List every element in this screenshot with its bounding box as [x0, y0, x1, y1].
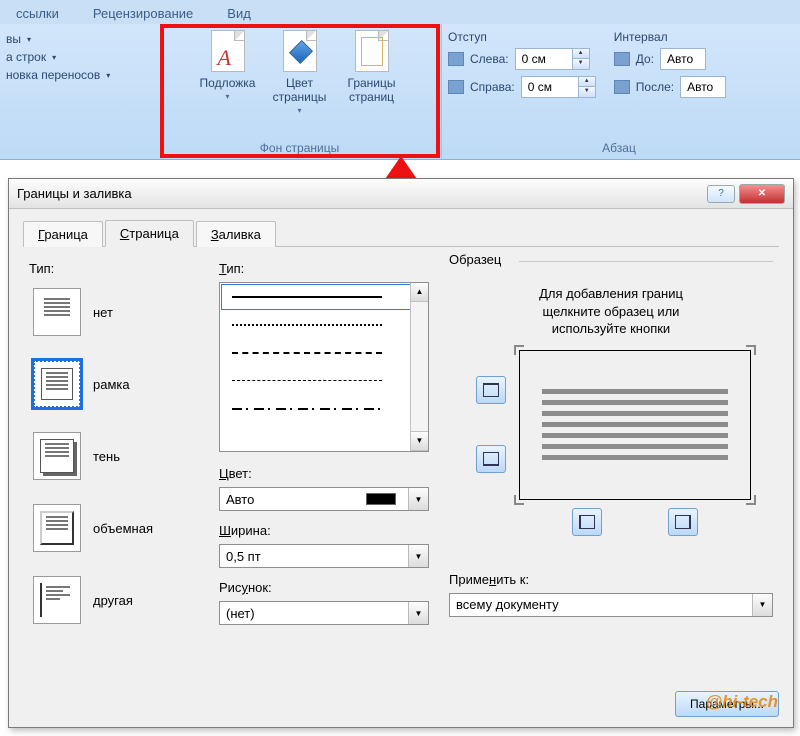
tab-page[interactable]: Страница [105, 220, 194, 247]
border-bottom-toggle[interactable] [476, 445, 506, 473]
indent-right-icon [448, 80, 464, 94]
art-label: Рисунок: [219, 580, 429, 595]
group-label-paragraph: Абзац [448, 139, 790, 159]
close-icon: ✕ [758, 188, 766, 199]
ribbon-tab-references[interactable]: ссылки [12, 3, 63, 24]
preview-page[interactable] [519, 350, 751, 500]
color-label: Цвет: [219, 466, 429, 481]
spacing-after-icon [614, 80, 630, 94]
borders-and-shading-dialog: Границы и заливка ? ✕ Граница Страница З… [8, 178, 794, 728]
spin-down-icon[interactable]: ▼ [573, 59, 589, 69]
help-icon: ? [718, 188, 724, 199]
color-swatch [366, 493, 396, 505]
page-color-button[interactable]: Цвет страницы ▾ [267, 28, 333, 117]
preview-fieldset: Образец [449, 261, 773, 267]
width-combo[interactable]: 0,5 пт ▼ [219, 544, 429, 568]
tab-fill[interactable]: Заливка [196, 221, 276, 247]
ribbon-group-cut-left: вы▾ а строк▾ новка переносов▾ [0, 24, 162, 159]
watermark-button[interactable]: A Подложка ▾ [195, 28, 261, 103]
border-right-toggle[interactable] [668, 508, 698, 536]
scroll-down-icon[interactable]: ▼ [411, 432, 428, 451]
ribbon-tab-view[interactable]: Вид [223, 3, 255, 24]
watermark-icon: A [211, 30, 245, 72]
border-top-toggle[interactable] [476, 376, 506, 404]
setting-box[interactable]: рамка [33, 360, 199, 408]
setting-shadow[interactable]: тень [33, 432, 199, 480]
ribbon-group-paragraph: Отступ Слева: ▲▼ Справа: ▲▼ [442, 24, 800, 159]
art-combo[interactable]: (нет) ▼ [219, 601, 429, 625]
setting-label: Тип: [29, 261, 199, 276]
ribbon: вы▾ а строк▾ новка переносов▾ A Подложка [0, 24, 800, 160]
cropped-item-3[interactable]: новка переносов▾ [6, 68, 110, 82]
scroll-up-icon[interactable]: ▲ [411, 283, 428, 302]
cropped-item-2[interactable]: а строк▾ [6, 50, 110, 64]
spin-up-icon[interactable]: ▲ [579, 77, 595, 87]
chevron-down-icon: ▾ [225, 92, 229, 101]
indent-left-spinner[interactable]: ▲▼ [515, 48, 590, 70]
setting-custom[interactable]: другая [33, 576, 199, 624]
chevron-down-icon: ▼ [752, 594, 772, 616]
indent-right-label: Справа: [470, 80, 515, 94]
interval-label: Интервал [614, 30, 726, 44]
color-combo[interactable]: Авто ▼ [219, 487, 429, 511]
indent-right-spinner[interactable]: ▲▼ [521, 76, 596, 98]
apply-to-label: Применить к: [449, 572, 773, 587]
chevron-down-icon: ▼ [408, 602, 428, 624]
width-label: Ширина: [219, 523, 429, 538]
help-button[interactable]: ? [707, 185, 735, 203]
ribbon-tab-review[interactable]: Рецензирование [89, 3, 197, 24]
dialog-title: Границы и заливка [17, 186, 132, 201]
spacing-before-label: До: [636, 52, 654, 66]
dialog-tabs: Граница Страница Заливка [23, 219, 779, 247]
border-left-toggle[interactable] [572, 508, 602, 536]
setting-3d[interactable]: объемная [33, 504, 199, 552]
indent-left-label: Слева: [470, 52, 509, 66]
spacing-after-label: После: [636, 80, 674, 94]
chevron-down-icon: ▼ [408, 545, 428, 567]
apply-to-combo[interactable]: всему документу ▼ [449, 593, 773, 617]
ribbon-group-page-background: A Подложка ▾ Цвет страницы ▾ Границы стр… [162, 24, 442, 159]
page-borders-button[interactable]: Границы страниц [339, 28, 405, 106]
ribbon-tab-strip: ссылки Рецензирование Вид [0, 0, 800, 24]
preview-hint: Для добавления границ щелкните образец и… [449, 285, 773, 338]
scrollbar[interactable]: ▲ ▼ [410, 283, 428, 451]
style-label: Тип: [219, 261, 429, 276]
page-color-icon [283, 30, 317, 72]
setting-none[interactable]: нет [33, 288, 199, 336]
spacing-after-spinner[interactable] [680, 76, 726, 98]
tab-border[interactable]: Граница [23, 221, 103, 247]
spin-up-icon[interactable]: ▲ [573, 49, 589, 59]
indent-left-icon [448, 52, 464, 66]
style-listbox[interactable]: ▲ ▼ [219, 282, 429, 452]
chevron-down-icon: ▼ [408, 488, 428, 510]
spacing-before-icon [614, 52, 630, 66]
preview-label: Образец [449, 252, 507, 267]
dialog-titlebar[interactable]: Границы и заливка ? ✕ [9, 179, 793, 209]
cropped-item-1[interactable]: вы▾ [6, 32, 110, 46]
page-borders-icon [355, 30, 389, 72]
spacing-before-spinner[interactable] [660, 48, 706, 70]
options-button[interactable]: Параметры... [675, 691, 779, 717]
group-label-page-bg: Фон страницы [168, 139, 431, 159]
indent-label: Отступ [448, 30, 596, 44]
chevron-down-icon: ▾ [297, 106, 301, 115]
spin-down-icon[interactable]: ▼ [579, 87, 595, 97]
close-button[interactable]: ✕ [739, 184, 785, 204]
